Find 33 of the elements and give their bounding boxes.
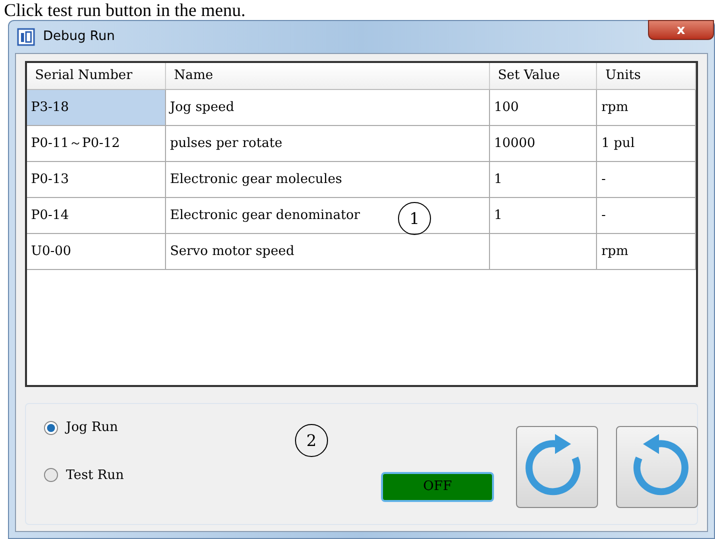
annotation-marker: 2 xyxy=(295,424,328,457)
table-cell: P3-18 xyxy=(27,90,166,125)
table-cell: Jog speed xyxy=(166,90,490,125)
table-cell: 1 xyxy=(490,162,598,197)
table-cell: 1 pul xyxy=(597,126,696,161)
close-button[interactable]: x xyxy=(648,20,714,40)
table-cell: rpm xyxy=(597,234,696,269)
table-cell: pulses per rotate xyxy=(166,126,490,161)
reverse-rotate-button[interactable] xyxy=(616,426,698,508)
table-cell: 100 xyxy=(490,90,598,125)
table-cell: U0-00 xyxy=(27,234,166,269)
table-cell: rpm xyxy=(597,90,696,125)
table-cell: - xyxy=(597,162,696,197)
radio-option[interactable]: Jog Run xyxy=(44,418,124,438)
column-header[interactable]: Units xyxy=(597,63,696,89)
column-header[interactable]: Serial Number xyxy=(27,63,166,89)
forward-rotate-button[interactable] xyxy=(516,426,598,508)
app-icon xyxy=(17,28,35,46)
table-cell: - xyxy=(597,198,696,233)
table-cell: Servo motor speed xyxy=(166,234,490,269)
column-header[interactable]: Name xyxy=(166,63,490,89)
caption-text: Click test run button in the menu. xyxy=(3,0,246,20)
table-cell: Electronic gear molecules xyxy=(166,162,490,197)
table-cell: 1 xyxy=(490,198,598,233)
radio-option[interactable]: Test Run xyxy=(44,466,124,485)
status-indicator: OFF xyxy=(381,472,494,502)
table-cell: P0-11～P0-12 xyxy=(27,126,166,161)
column-header[interactable]: Set Value xyxy=(490,63,598,89)
table-cell: 10000 xyxy=(490,126,598,161)
annotation-marker: 1 xyxy=(398,202,431,235)
window-title: Debug Run xyxy=(43,28,115,46)
table-cell: P0-14 xyxy=(27,198,166,233)
table-cell: P0-13 xyxy=(27,162,166,197)
